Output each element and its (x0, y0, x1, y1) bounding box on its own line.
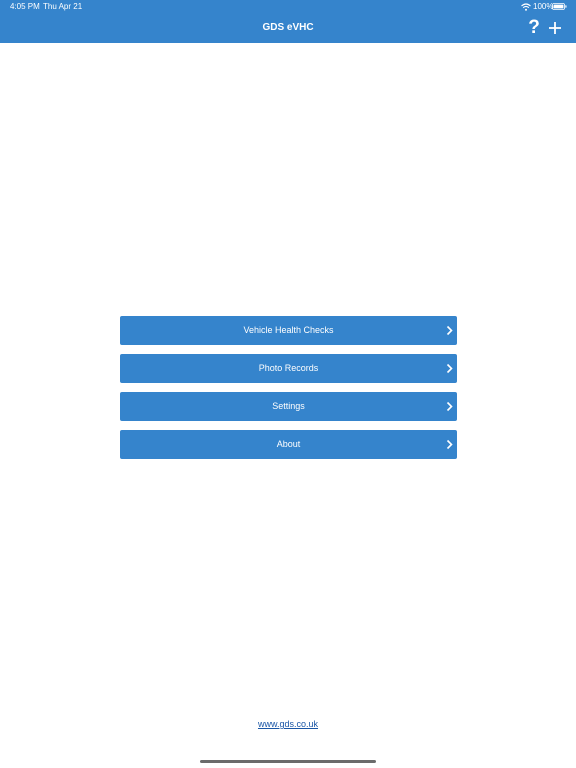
home-indicator[interactable] (200, 760, 376, 763)
wifi-icon (521, 3, 531, 11)
menu-item-label: Settings (272, 401, 305, 411)
chevron-right-icon (446, 325, 453, 336)
menu-item-label: About (276, 439, 301, 449)
status-time: 4:05 PM (10, 2, 40, 11)
chevron-right-icon (446, 401, 453, 412)
menu-item-label: Vehicle Health Checks (243, 325, 334, 335)
help-icon[interactable]: ? (524, 17, 544, 39)
menu-item-label: Photo Records (258, 363, 319, 373)
page-title: GDS eVHC (262, 22, 314, 33)
website-link[interactable]: www.gds.co.uk (258, 719, 318, 729)
chevron-right-icon (446, 363, 453, 374)
battery-percentage: 100% (533, 2, 554, 11)
top-bar: 4:05 PM Thu Apr 21 100% GDS eVHC ? (0, 0, 576, 43)
chevron-right-icon (446, 439, 453, 450)
settings-button[interactable]: Settings (120, 392, 457, 421)
about-button[interactable]: About (120, 430, 457, 459)
plus-icon[interactable] (547, 20, 563, 36)
vehicle-health-checks-button[interactable]: Vehicle Health Checks (120, 316, 457, 345)
photo-records-button[interactable]: Photo Records (120, 354, 457, 383)
status-date: Thu Apr 21 (43, 2, 83, 11)
footer: www.gds.co.uk (0, 718, 576, 730)
battery-icon (552, 3, 567, 10)
main-menu: Vehicle Health Checks Photo Records Sett… (120, 316, 457, 468)
